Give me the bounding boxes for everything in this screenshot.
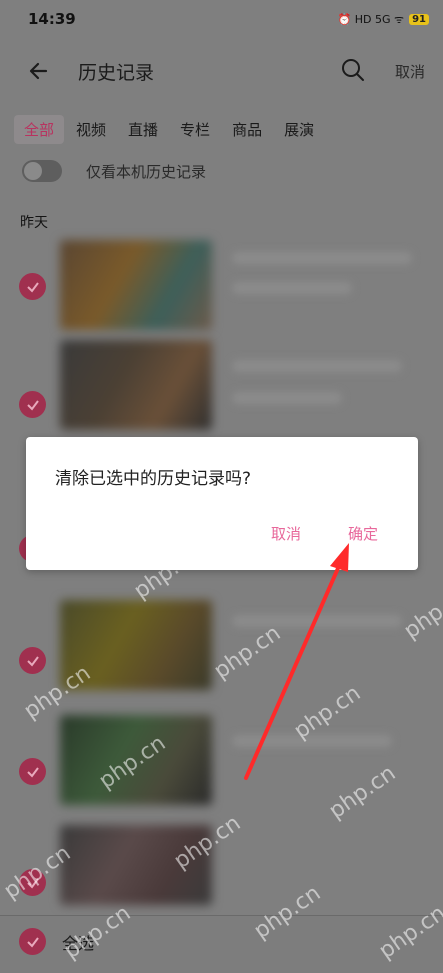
dialog-message: 清除已选中的历史记录吗? xyxy=(55,469,252,489)
local-history-toggle[interactable] xyxy=(22,160,62,182)
tab-live[interactable]: 直播 xyxy=(118,115,168,144)
history-screen: 14:39 ⏰ HD 5G ᯤ 91 历史记录 取消 全部 视频 直播 专栏 商… xyxy=(0,0,443,973)
tab-column[interactable]: 专栏 xyxy=(170,115,220,144)
blurred-subtitle xyxy=(232,282,352,294)
local-history-label: 仅看本机历史记录 xyxy=(86,162,207,181)
tab-video[interactable]: 视频 xyxy=(66,115,116,144)
status-icons: ⏰ HD 5G ᯤ 91 xyxy=(338,12,429,27)
blurred-title xyxy=(232,615,402,627)
checkbox-checked-icon[interactable] xyxy=(19,273,46,300)
back-arrow-icon[interactable] xyxy=(26,58,52,84)
checkbox-checked-icon[interactable] xyxy=(19,758,46,785)
tab-goods[interactable]: 商品 xyxy=(222,115,272,144)
battery-icon: 91 xyxy=(409,13,429,25)
watermark: php.cn xyxy=(399,580,443,645)
checkbox-checked-icon[interactable] xyxy=(19,391,46,418)
status-icon-group: ⏰ HD 5G ᯤ xyxy=(337,12,405,26)
blurred-title xyxy=(232,360,402,372)
top-bar: 历史记录 取消 xyxy=(0,40,443,102)
status-bar: 14:39 ⏰ HD 5G ᯤ 91 xyxy=(0,0,443,38)
checkmark-icon xyxy=(26,655,39,667)
tab-show[interactable]: 展演 xyxy=(274,115,324,144)
blurred-title xyxy=(232,252,412,264)
video-thumbnail[interactable] xyxy=(60,340,212,430)
cancel-edit-button[interactable]: 取消 xyxy=(395,61,425,82)
checkbox-checked-icon[interactable] xyxy=(19,647,46,674)
search-icon[interactable] xyxy=(340,57,366,83)
checkmark-icon xyxy=(26,936,39,948)
watermark: php.cn xyxy=(324,760,401,825)
status-time: 14:39 xyxy=(28,10,76,28)
local-history-toggle-row: 仅看本机历史记录 xyxy=(22,160,206,182)
blurred-subtitle xyxy=(232,392,342,404)
watermark: php.cn xyxy=(209,620,286,685)
clear-history-dialog: 清除已选中的历史记录吗? 取消 确定 xyxy=(26,437,418,570)
select-all-checkbox-icon[interactable] xyxy=(19,928,46,955)
dialog-confirm-button[interactable]: 确定 xyxy=(348,523,378,544)
dialog-cancel-button[interactable]: 取消 xyxy=(271,523,301,544)
category-tabs: 全部 视频 直播 专栏 商品 展演 xyxy=(14,115,326,144)
checkmark-icon xyxy=(26,399,39,411)
section-yesterday: 昨天 xyxy=(20,215,48,231)
video-thumbnail[interactable] xyxy=(60,240,212,330)
checkmark-icon xyxy=(26,766,39,778)
page-title: 历史记录 xyxy=(78,62,155,84)
checkmark-icon xyxy=(26,281,39,293)
tab-all[interactable]: 全部 xyxy=(14,115,65,144)
